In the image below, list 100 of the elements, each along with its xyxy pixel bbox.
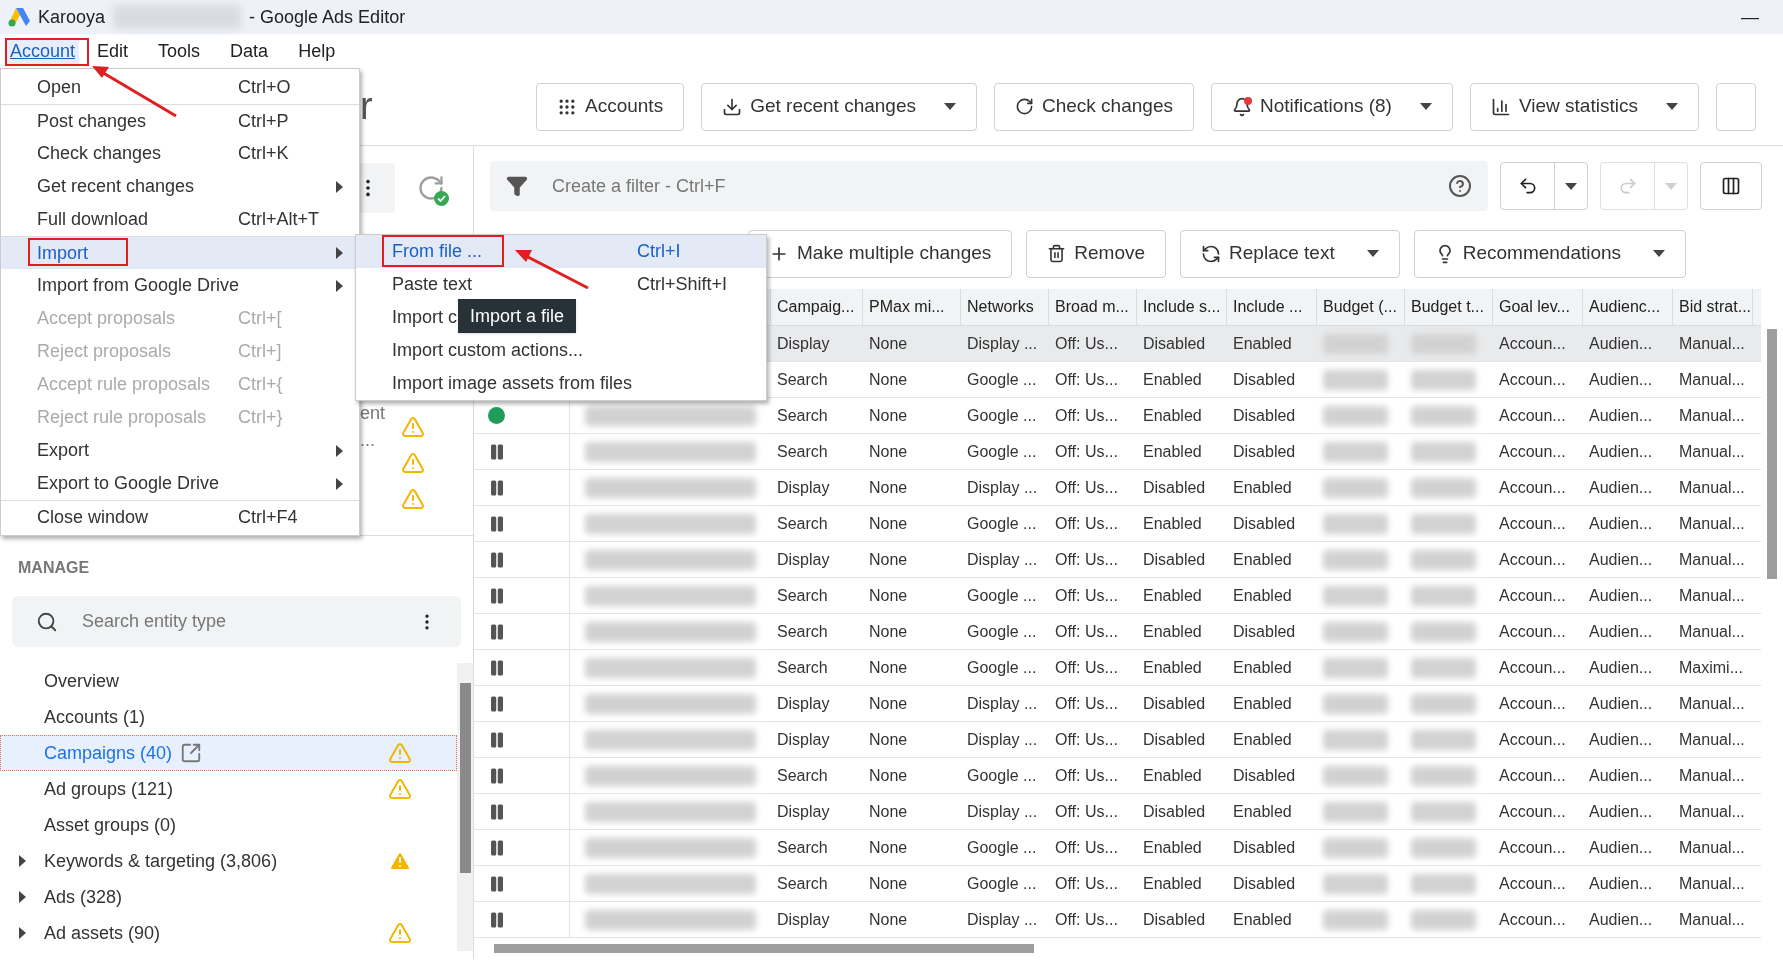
table-cell-text: Audien... — [1589, 729, 1653, 750]
table-row[interactable]: Display None Display ... Off: Us... Disabled Enabled Accoun... Audien... Manual... — [474, 794, 1761, 830]
column-header[interactable]: Audienc... — [1583, 289, 1673, 325]
table-cell-text: Enabled — [1143, 621, 1202, 642]
table-row[interactable]: Search None Google ... Off: Us... Enabled Disabled Accoun... Audien... Manual... — [474, 506, 1761, 542]
menu-item[interactable]: Import from Google Drive — [1, 269, 359, 302]
menu-bar-item[interactable]: Tools — [146, 37, 213, 65]
table-cell-text: Manual... — [1679, 837, 1745, 858]
toolbar-button[interactable]: Accounts — [536, 82, 685, 131]
table-cell-text: None — [869, 585, 908, 606]
table-row[interactable]: Search None Google ... Off: Us... Enabled Disabled Accoun... Audien... Manual... — [474, 398, 1761, 434]
column-header[interactable]: Budget (... — [1317, 289, 1405, 325]
action-button[interactable]: Remove — [1026, 229, 1167, 278]
column-header[interactable]: Budget t... — [1405, 289, 1493, 325]
menu-item[interactable]: Close window Ctrl+F4 — [1, 500, 359, 533]
menu-bar-item[interactable]: Edit — [85, 37, 141, 65]
table-row[interactable]: Display None Display ... Off: Us... Disabled Enabled Accoun... Audien... Manual... — [474, 902, 1761, 938]
column-header[interactable]: Include s... — [1137, 289, 1227, 325]
table-cell-text: Disabled — [1233, 621, 1296, 642]
table-row[interactable]: Search None Google ... Off: Us... Enabled Enabled Accoun... Audien... Maximi... — [474, 650, 1761, 686]
column-header[interactable]: Campaig... — [771, 289, 863, 325]
filter-field[interactable]: Create a filter - Ctrl+F — [552, 172, 1424, 200]
menu-item[interactable]: Check changes Ctrl+K — [1, 137, 359, 170]
entity-item[interactable]: Accounts (1) — [0, 699, 457, 735]
menu-bar-item[interactable]: Data — [218, 37, 281, 65]
table-cell-text: None — [869, 549, 908, 570]
entity-item[interactable]: Ad groups (121) — [0, 771, 457, 807]
table-cell-text: Accoun... — [1499, 441, 1566, 462]
table-cell-text: Accoun... — [1499, 585, 1566, 606]
menu-item[interactable]: Full download Ctrl+Alt+T — [1, 203, 359, 236]
column-header[interactable]: Include ... — [1227, 289, 1317, 325]
tree-item[interactable]: ent ... — [360, 400, 401, 454]
table-cell-text: None — [869, 837, 908, 858]
table-row[interactable]: Display None Display ... Off: Us... Disabled Enabled Accoun... Audien... Manual... — [474, 470, 1761, 506]
menu-item[interactable]: From file ... Ctrl+I — [356, 235, 766, 268]
entity-item[interactable]: Campaigns (40) — [0, 735, 457, 771]
table-cell-text: Display — [777, 477, 830, 498]
table-cell-text: Search — [777, 765, 828, 786]
table-cell-text: Disabled — [1233, 369, 1296, 390]
table-cell-text: Google ... — [967, 657, 1037, 678]
column-header[interactable]: Goal lev... — [1493, 289, 1583, 325]
table-row[interactable]: Display None Display ... Off: Us... Disabled Enabled Accoun... Audien... Manual... — [474, 686, 1761, 722]
table-cell-text: Off: Us... — [1055, 909, 1118, 930]
table-cell-text: Disabled — [1143, 693, 1206, 714]
table-cell-text: Audien... — [1589, 585, 1653, 606]
table-cell-text: Display — [777, 693, 830, 714]
toolbar-button[interactable]: View statistics — [1469, 82, 1699, 131]
menu-item[interactable]: Post changes Ctrl+P — [1, 104, 359, 137]
table-row[interactable]: Search None Google ... Off: Us... Enabled Disabled Accoun... Audien... Manual... — [474, 434, 1761, 470]
table-cell-text: Off: Us... — [1055, 729, 1118, 750]
table-cell-text: Display — [777, 729, 830, 750]
menu-bar-item[interactable]: Help — [286, 37, 348, 65]
table-row[interactable]: Search None Google ... Off: Us... Enabled Disabled Accoun... Audien... Manual... — [474, 830, 1761, 866]
action-button[interactable]: Replace text — [1180, 229, 1400, 278]
table-cell-text: None — [869, 477, 908, 498]
table-row[interactable]: Display None Display ... Off: Us... Disabled Enabled Accoun... Audien... Manual... — [474, 542, 1761, 578]
search-field[interactable]: Search entity type — [82, 608, 393, 635]
column-header[interactable]: Networks — [961, 289, 1049, 325]
search-box[interactable]: Search entity type — [12, 596, 461, 647]
table-cell-text: Audien... — [1589, 333, 1653, 354]
table-cell-text: Accoun... — [1499, 477, 1566, 498]
table-cell-text: Enabled — [1143, 405, 1202, 426]
entity-item[interactable]: Keywords & targeting (3,806) — [0, 843, 457, 879]
action-button[interactable]: Recommendations — [1413, 229, 1687, 278]
table-cell-text: Manual... — [1679, 549, 1745, 570]
column-header[interactable]: PMax mi... — [863, 289, 961, 325]
menu-item[interactable]: Export to Google Drive — [1, 467, 359, 500]
table-cell-text: Search — [777, 513, 828, 534]
table-cell-text: Manual... — [1679, 693, 1745, 714]
entity-item[interactable]: Ad assets (90) — [0, 915, 457, 951]
filter-box[interactable]: Create a filter - Ctrl+F — [490, 161, 1488, 211]
table-row[interactable]: Search None Google ... Off: Us... Enabled Disabled Accoun... Audien... Manual... — [474, 614, 1761, 650]
entity-item[interactable]: Overview — [0, 663, 457, 699]
toolbar-button[interactable]: Notifications (8) — [1210, 82, 1453, 131]
entity-item[interactable]: Asset groups (0) — [0, 807, 457, 843]
table-row[interactable]: Search None Google ... Off: Us... Enabled Enabled Accoun... Audien... Manual... — [474, 578, 1761, 614]
table-row[interactable]: Display None Display ... Off: Us... Disabled Enabled Accoun... Audien... Manual... — [474, 722, 1761, 758]
table-cell-text: Off: Us... — [1055, 873, 1118, 894]
toolbar-button[interactable]: Check changes — [994, 82, 1194, 131]
table-cell-text: Manual... — [1679, 477, 1745, 498]
table-cell-text: Enabled — [1143, 873, 1202, 894]
column-header[interactable]: Broad m... — [1049, 289, 1137, 325]
entity-item[interactable]: Ads (328) — [0, 879, 457, 915]
menu-item[interactable]: Export — [1, 434, 359, 467]
table-cell-text: Google ... — [967, 621, 1037, 642]
toolbar-button[interactable]: Get recent changes — [701, 82, 977, 131]
table-cell-text: Display — [777, 549, 830, 570]
menu-item[interactable]: Open Ctrl+O — [1, 71, 359, 104]
table-cell-text: Accoun... — [1499, 909, 1566, 930]
menu-item[interactable]: Get recent changes — [1, 170, 359, 203]
minimize-button[interactable]: — — [1741, 3, 1759, 31]
menu-bar-item[interactable]: Account — [6, 37, 80, 65]
table-cell-text: Disabled — [1143, 549, 1206, 570]
table-row[interactable]: Search None Google ... Off: Us... Enabled Disabled Accoun... Audien... Manual... — [474, 758, 1761, 794]
table-cell-text: Display ... — [967, 693, 1038, 714]
table-cell-text: Manual... — [1679, 333, 1745, 354]
table-row[interactable]: Search None Google ... Off: Us... Enabled Disabled Accoun... Audien... Manual... — [474, 866, 1761, 902]
column-header[interactable]: Bid strat... — [1673, 289, 1753, 325]
import-tooltip: Import a file — [458, 299, 577, 333]
table-cell-text: Enabled — [1233, 909, 1292, 930]
